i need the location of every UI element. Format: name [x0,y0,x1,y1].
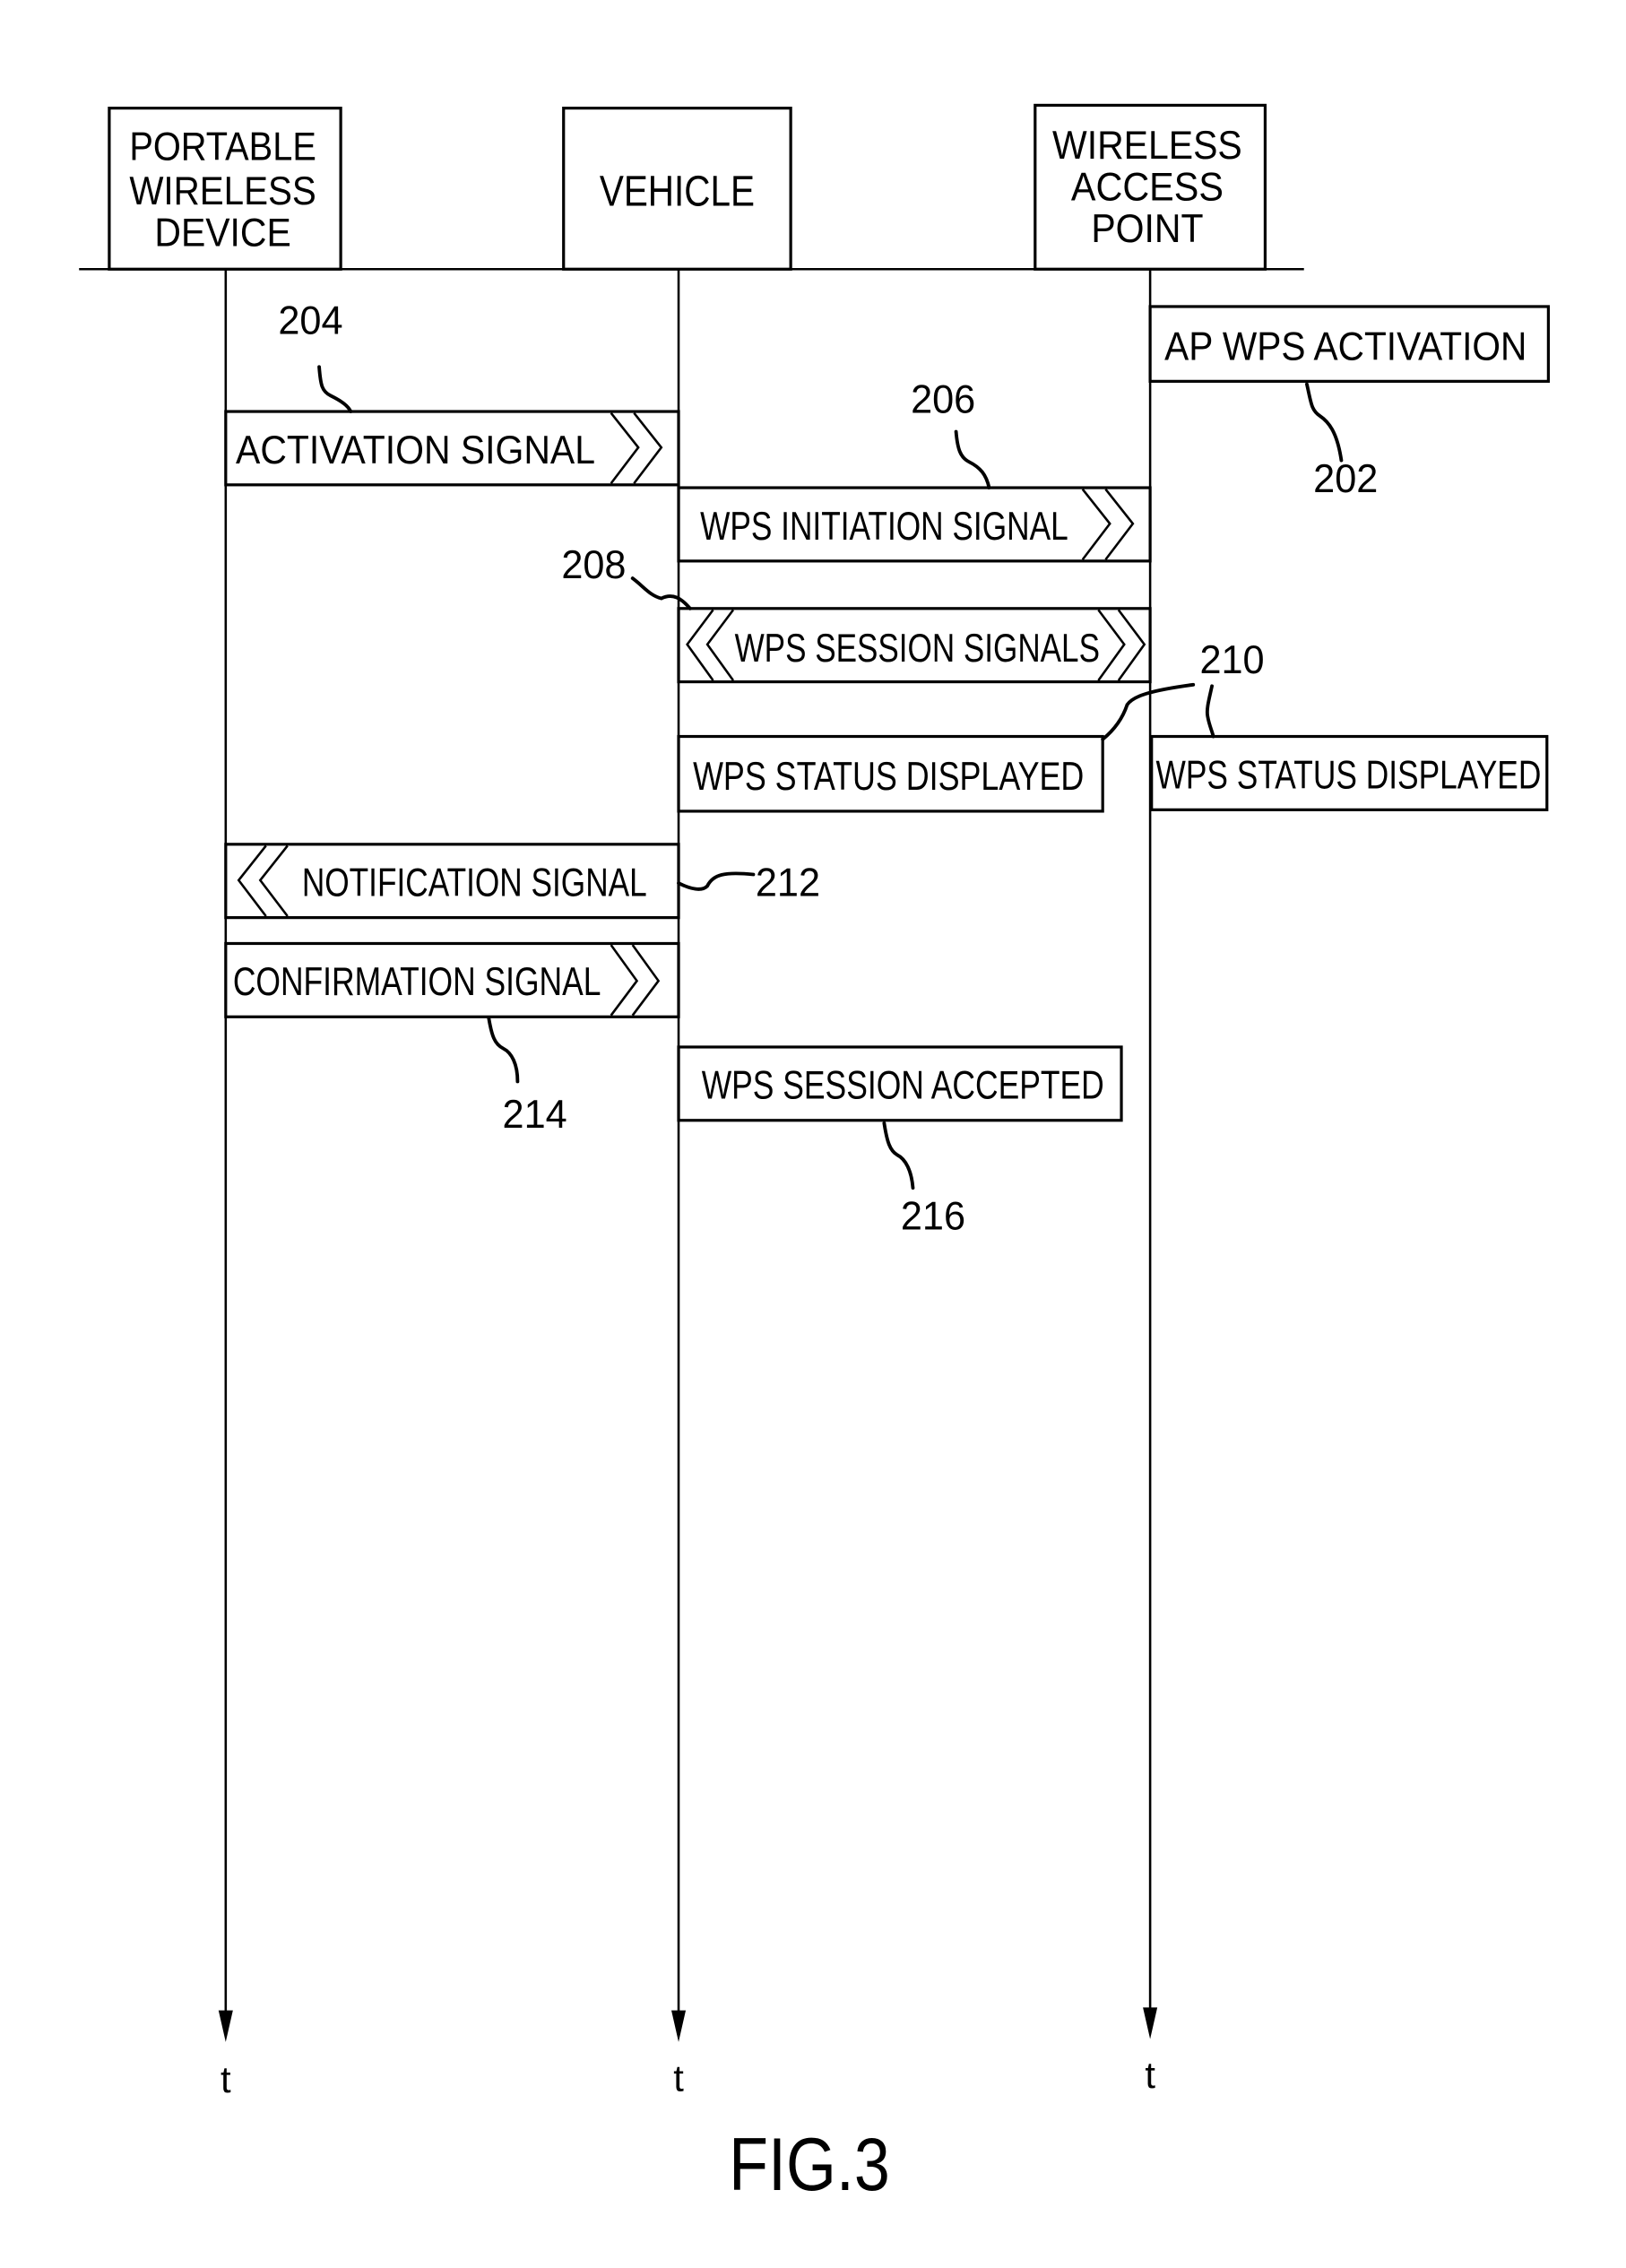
step-label: ACTIVATION SIGNAL [236,427,595,472]
step-label: WPS STATUS DISPLAYED [693,753,1084,799]
participant-label-line: ACCESS [1071,163,1224,209]
arrowhead-down-icon [1143,2007,1158,2039]
step-208-wps-session-signals: WPS SESSION SIGNALS 208 [561,541,1152,684]
reference-number: 204 [278,297,342,342]
reference-number: 216 [901,1193,965,1239]
step-label: WPS SESSION ACCEPTED [702,1062,1104,1108]
reference-number: 214 [503,1091,567,1137]
time-axis-label: t [221,2058,231,2100]
step-202-ap-wps-activation: AP WPS ACTIVATION 202 [1148,305,1550,501]
step-label: NOTIFICATION SIGNAL [302,860,647,905]
step-label: WPS STATUS DISPLAYED [1156,751,1542,797]
step-label: AP WPS ACTIVATION [1164,323,1527,368]
reference-number: 208 [561,541,626,587]
step-212-notification-signal: NOTIFICATION SIGNAL 212 [224,843,820,920]
arrowhead-down-icon [671,2010,687,2042]
participant-wireless-access-point: WIRELESS ACCESS POINT [1034,103,1267,271]
step-210-wps-status-displayed-vehicle: WPS STATUS DISPLAYED [677,682,1196,813]
reference-leader-line [630,576,692,610]
step-210-wps-status-displayed-access-point: WPS STATUS DISPLAYED 210 [1150,636,1549,811]
lifeline-portable: t [218,269,233,2100]
participant-label-line: VEHICLE [600,168,755,216]
reference-leader-line [1205,684,1215,739]
reference-leader-line [487,1016,520,1084]
time-axis-label: t [673,2056,684,2099]
participant-label-line: WIRELESS [1052,122,1242,168]
reference-number: 212 [756,860,820,905]
participant-label-line: POINT [1091,205,1203,251]
step-label: CONFIRMATION SIGNAL [233,958,601,1004]
step-label: WPS SESSION SIGNALS [735,625,1100,671]
step-214-confirmation-signal: CONFIRMATION SIGNAL 214 [224,941,680,1137]
participant-portable-wireless-device: PORTABLE WIRELESS DEVICE [108,107,342,271]
step-206-wps-initiation-signal: WPS INITIATION SIGNAL 206 [677,377,1152,563]
step-204-activation-signal: ACTIVATION SIGNAL 204 [224,297,680,487]
reference-leader-line [317,365,353,413]
reference-number: 210 [1199,636,1264,682]
step-216-wps-session-accepted: WPS SESSION ACCEPTED 216 [677,1045,1123,1239]
time-axis-label: t [1145,2054,1155,2096]
sequence-diagram: PORTABLE WIRELESS DEVICE VEHICLE WIRELES… [79,103,1550,2206]
reference-leader-line [1305,382,1344,463]
reference-leader-line [1101,682,1196,741]
participant-vehicle: VEHICLE [562,107,792,271]
participant-label-line: WIRELESS [129,168,316,213]
participant-label-line: DEVICE [154,210,290,255]
participant-label-line: PORTABLE [129,123,316,169]
reference-leader-line [954,429,991,489]
reference-leader-line [677,871,756,891]
step-label: WPS INITIATION SIGNAL [700,503,1068,549]
reference-leader-line [882,1121,915,1190]
figure-caption: FIG.3 [729,2123,890,2206]
reference-number: 202 [1313,455,1378,501]
reference-number: 206 [911,377,975,422]
arrowhead-down-icon [218,2010,233,2042]
